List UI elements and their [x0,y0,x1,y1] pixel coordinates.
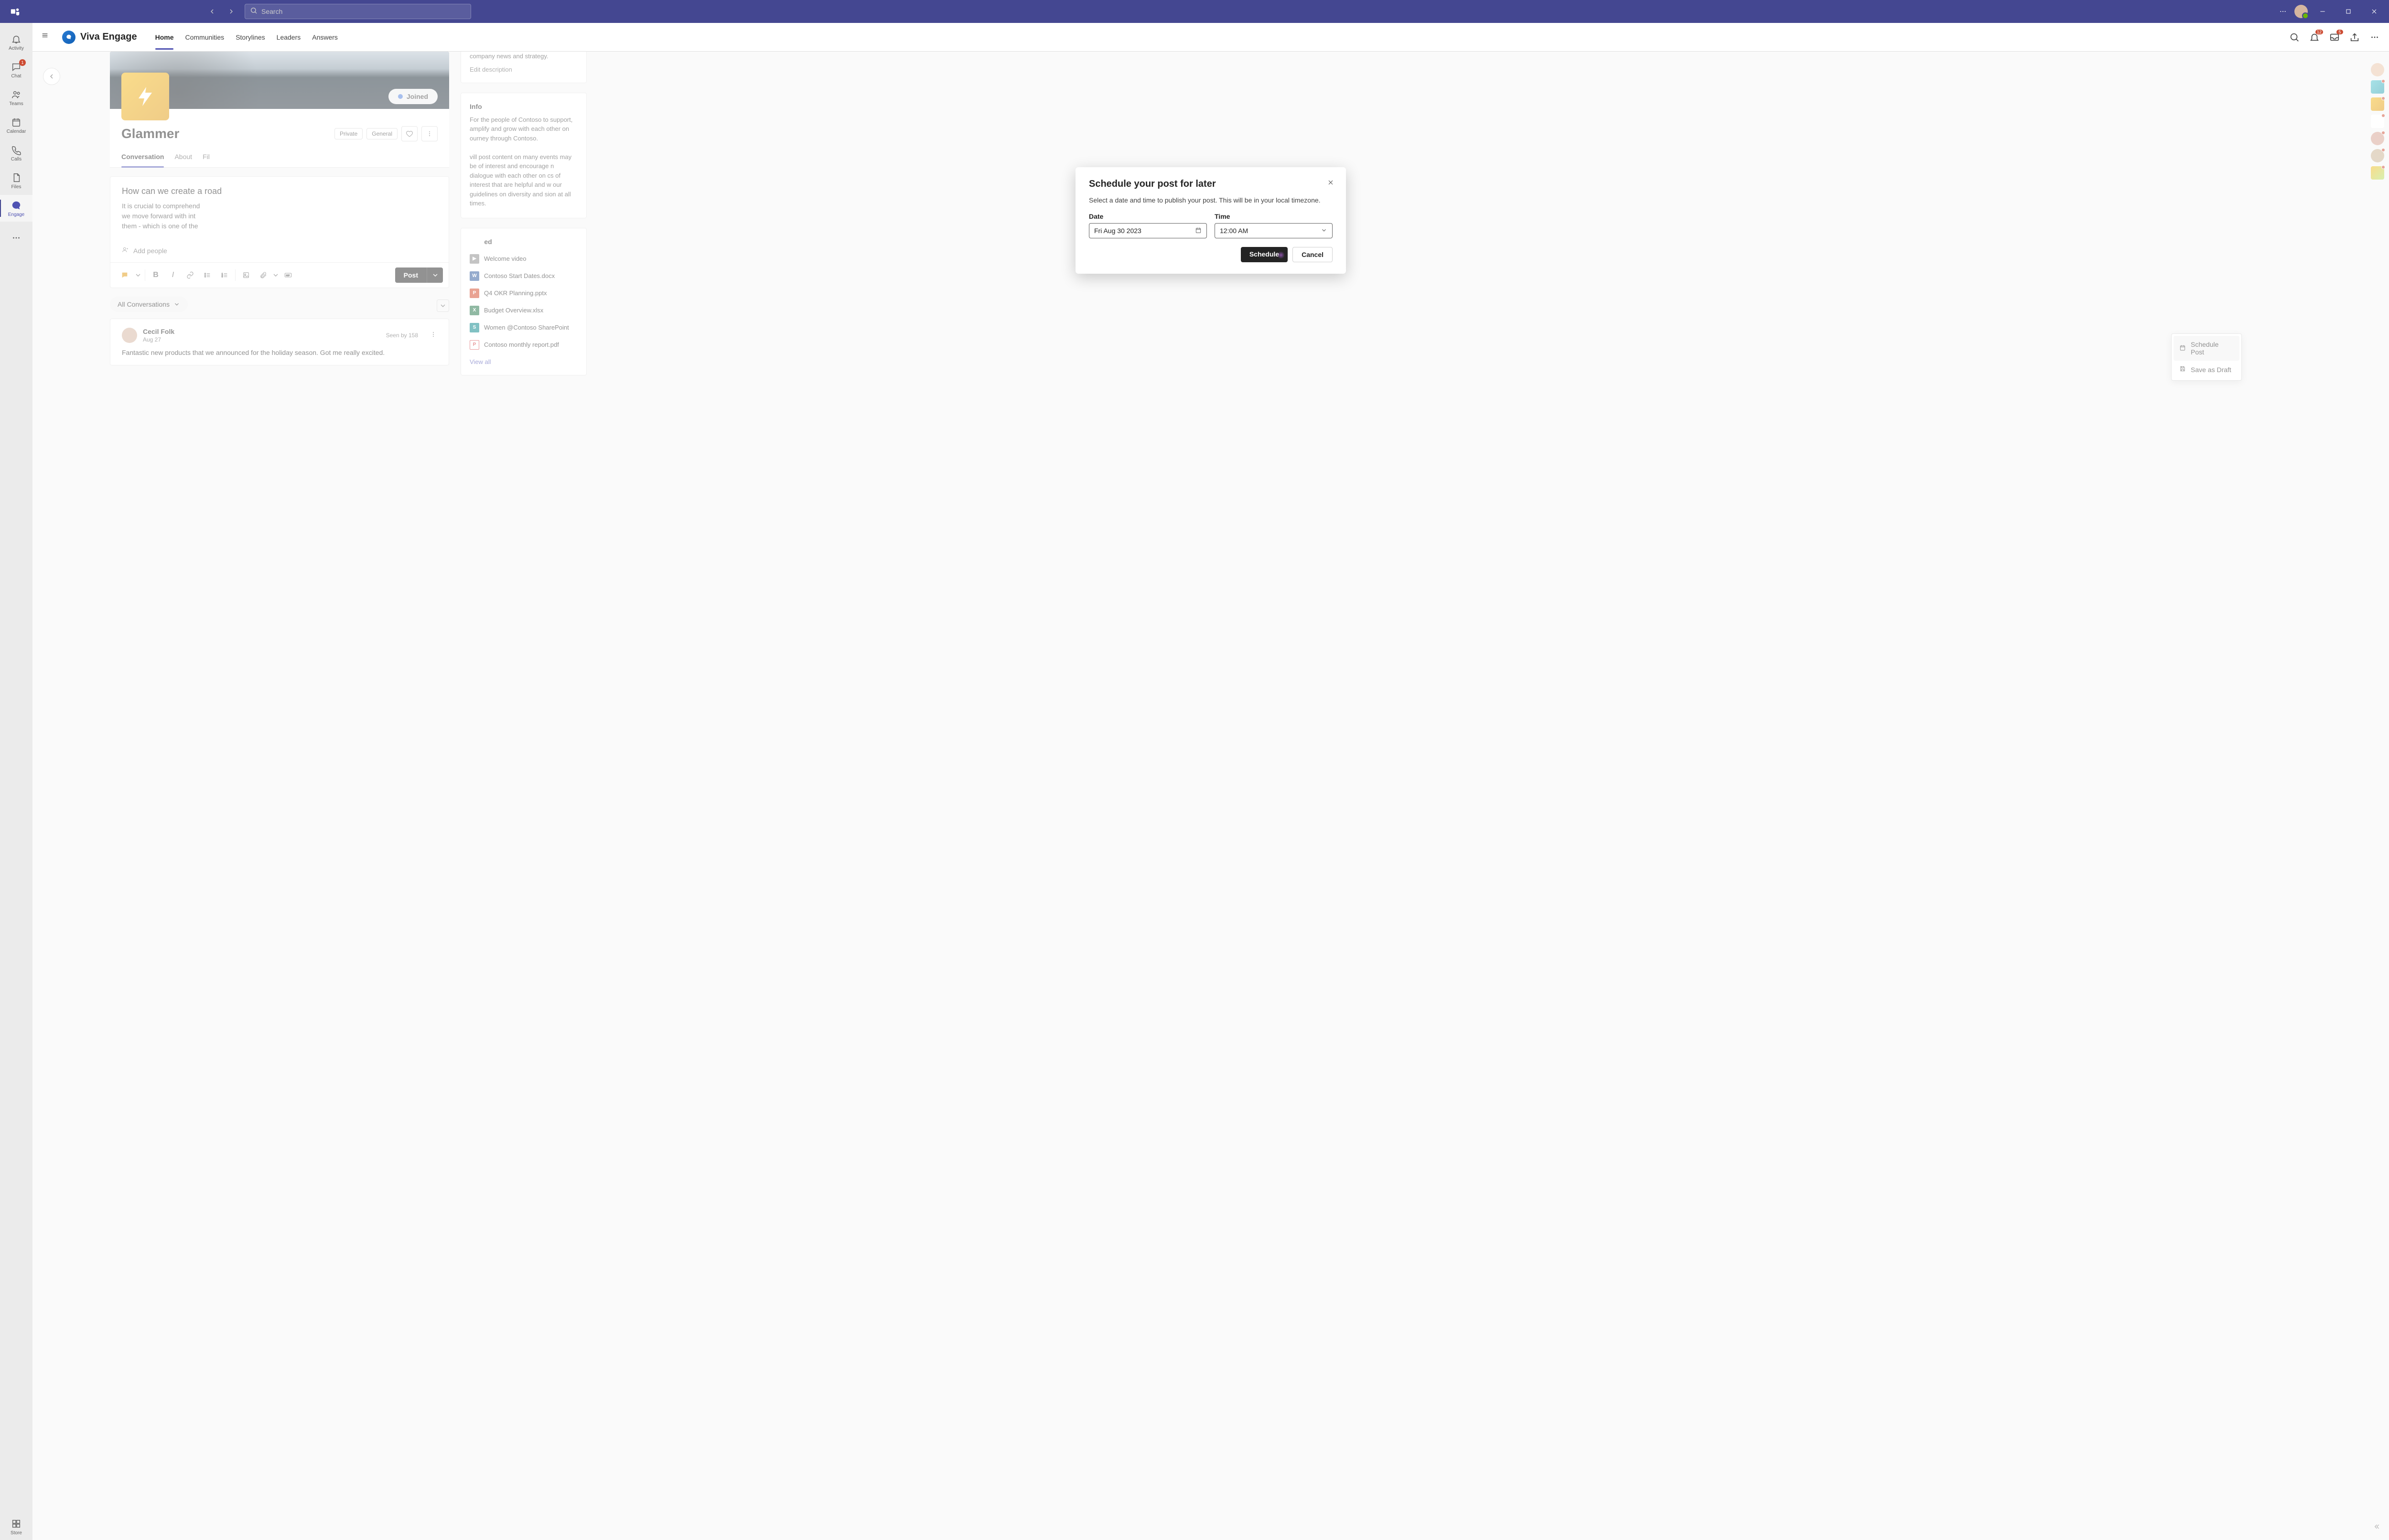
rail-more-button[interactable] [0,225,32,251]
user-avatar[interactable] [2294,5,2308,18]
nav-leaders[interactable]: Leaders [277,25,301,50]
chevron-down-icon [1321,227,1327,235]
rail-activity[interactable]: Activity [0,29,32,55]
engage-icon [11,200,22,211]
search-icon [250,7,258,17]
time-value: 12:00 AM [1220,227,1248,235]
rail-label: Activity [9,46,24,51]
window-maximize-button[interactable] [2337,4,2359,19]
cancel-button[interactable]: Cancel [1292,247,1333,262]
time-input[interactable]: 12:00 AM [1215,223,1333,238]
titlebar-more-button[interactable] [2275,4,2291,19]
time-label: Time [1215,213,1333,220]
engage-body: Joined Glammer Private General [32,52,2389,1540]
brand-text: Viva Engage [80,32,137,43]
date-value: Fri Aug 30 2023 [1094,227,1141,235]
viva-engage-logo[interactable]: Viva Engage [62,31,137,44]
dialog-subtitle: Select a date and time to publish your p… [1089,196,1333,204]
schedule-post-dialog: Schedule your post for later Select a da… [1076,167,1346,274]
header-notifications-button[interactable]: 12 [2309,32,2320,43]
calendar-icon [1195,227,1202,235]
nav-home[interactable]: Home [155,25,174,50]
rail-label: Files [11,184,21,190]
nav-communities[interactable]: Communities [185,25,224,50]
dialog-close-button[interactable] [1325,177,1336,188]
inbox-badge: 5 [2336,30,2343,34]
rail-label: Store [11,1530,22,1536]
more-icon [11,232,22,244]
dialog-title: Schedule your post for later [1089,179,1333,190]
app-rail: Activity 1 Chat Teams Calendar Calls Fil… [0,23,32,1540]
files-icon [11,172,22,183]
search-input[interactable] [261,8,466,15]
date-input[interactable]: Fri Aug 30 2023 [1089,223,1207,238]
store-icon [11,1518,22,1529]
nav-answers[interactable]: Answers [312,25,338,50]
people-icon [11,89,22,100]
viva-icon [62,31,75,44]
bell-icon [11,33,22,45]
nav-forward-button[interactable] [224,4,239,19]
nav-back-button[interactable] [204,4,220,19]
engage-nav: Home Communities Storylines Leaders Answ… [155,25,338,50]
rail-label: Teams [9,101,23,107]
nav-storylines[interactable]: Storylines [236,25,265,50]
rail-teams[interactable]: Teams [0,84,32,111]
rail-engage[interactable]: Engage [0,195,32,222]
header-more-button[interactable] [2369,32,2380,43]
phone-icon [11,144,22,156]
notif-badge: 12 [2315,30,2323,34]
rail-label: Engage [8,212,24,217]
rail-label: Chat [11,74,21,79]
teams-logo-icon [8,4,23,19]
date-label: Date [1089,213,1207,220]
rail-label: Calls [11,157,22,162]
rail-chat[interactable]: 1 Chat [0,56,32,83]
titlebar [0,0,2389,23]
rail-calendar[interactable]: Calendar [0,112,32,139]
engage-app: Viva Engage Home Communities Storylines … [32,23,2389,1540]
header-share-button[interactable] [2349,32,2360,43]
global-search[interactable] [245,4,471,19]
rail-label: Calendar [7,129,26,134]
engage-header: Viva Engage Home Communities Storylines … [32,23,2389,52]
header-inbox-button[interactable]: 5 [2329,32,2340,43]
rail-calls[interactable]: Calls [0,139,32,166]
window-minimize-button[interactable] [2312,4,2334,19]
schedule-button[interactable]: Schedule [1241,247,1288,262]
rail-files[interactable]: Files [0,167,32,194]
rail-store[interactable]: Store [0,1513,32,1540]
header-search-button[interactable] [2289,32,2300,43]
calendar-icon [11,117,22,128]
hamburger-button[interactable] [41,32,53,43]
chat-badge: 1 [19,59,26,66]
cursor-indicator [1277,251,1285,259]
modal-overlay[interactable]: Schedule your post for later Select a da… [32,52,2389,1540]
window-close-button[interactable] [2363,4,2385,19]
